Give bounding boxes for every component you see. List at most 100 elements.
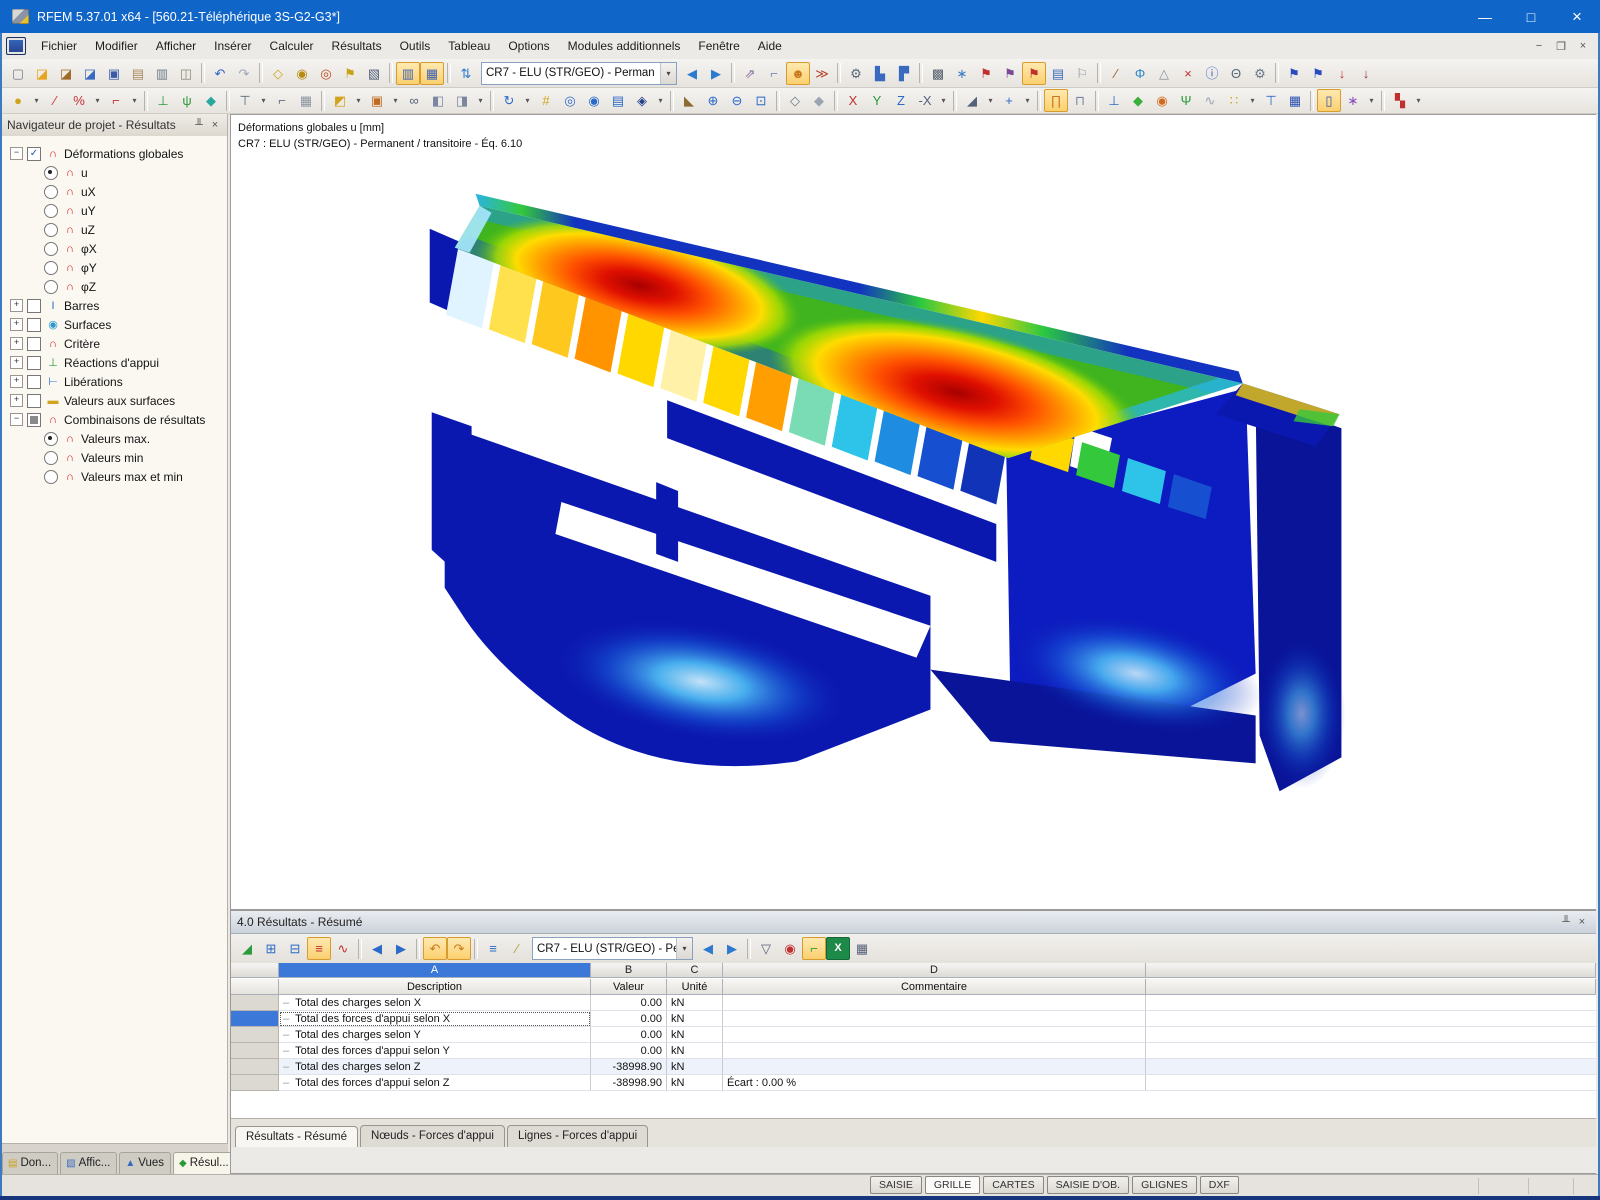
section-cut-icon[interactable]: ∕ bbox=[1104, 62, 1128, 85]
jump-forward-icon[interactable]: ↷ bbox=[447, 937, 471, 960]
radio-icon[interactable] bbox=[44, 242, 58, 256]
show-max-values-icon[interactable]: ≫ bbox=[810, 62, 834, 85]
row-header-cell[interactable] bbox=[231, 1075, 279, 1091]
navigator-tab[interactable]: ▧ Affic... bbox=[60, 1152, 117, 1174]
separator[interactable] bbox=[731, 63, 735, 83]
tree-item-phix[interactable]: ∩ φX bbox=[4, 239, 227, 258]
radio-selected-icon[interactable] bbox=[44, 166, 58, 180]
comment-cell[interactable] bbox=[723, 1043, 1146, 1059]
unit-cell[interactable]: kN bbox=[667, 995, 723, 1011]
comment-cell[interactable] bbox=[723, 995, 1146, 1011]
separator[interactable] bbox=[953, 91, 957, 111]
undo-icon[interactable]: ↶ bbox=[208, 62, 232, 85]
separator[interactable] bbox=[447, 63, 451, 83]
value-cell[interactable]: 0.00 bbox=[591, 1011, 667, 1027]
stairs-results-icon[interactable]: ⌐ bbox=[762, 62, 786, 85]
menu-item[interactable]: Tableau bbox=[439, 35, 499, 57]
comment-cell[interactable] bbox=[723, 1011, 1146, 1027]
tree-item-liberations[interactable]: ⊢ Libérations bbox=[4, 372, 227, 391]
chevron-down-icon[interactable]: ▾ bbox=[676, 938, 692, 959]
dropdown-caret-icon[interactable]: ▾ bbox=[937, 89, 950, 112]
pan-hand-icon[interactable]: + bbox=[997, 89, 1021, 112]
status-toggle-button[interactable]: SAISIE bbox=[870, 1176, 922, 1194]
maximize-button[interactable]: □ bbox=[1508, 0, 1554, 33]
results-diagram-icon[interactable]: ◆ bbox=[1126, 89, 1150, 112]
description-cell[interactable]: –Total des charges selon X bbox=[279, 995, 591, 1011]
select-window-icon[interactable]: ◣ bbox=[677, 89, 701, 112]
results-load-case-combobox[interactable]: CR7 - ELU (STR/GEO) - Perm ▾ bbox=[532, 937, 693, 960]
clear-flag-icon[interactable]: ⚐ bbox=[1070, 62, 1094, 85]
separator[interactable] bbox=[389, 63, 393, 83]
description-cell[interactable]: –Total des charges selon Y bbox=[279, 1027, 591, 1043]
close-button[interactable]: × bbox=[1554, 0, 1600, 33]
expand-icon[interactable] bbox=[10, 318, 23, 331]
insert-support-icon[interactable]: ⊤ bbox=[233, 89, 257, 112]
new-window-icon[interactable]: ▧ bbox=[362, 62, 386, 85]
separator[interactable] bbox=[358, 939, 362, 959]
filter-icon[interactable]: ▽ bbox=[754, 937, 778, 960]
color-scale-icon[interactable]: ▚ bbox=[1388, 89, 1412, 112]
checkbox-icon[interactable] bbox=[27, 394, 41, 408]
find-in-table-icon[interactable]: ◉ bbox=[778, 937, 802, 960]
menu-item[interactable]: Afficher bbox=[147, 35, 205, 57]
result-curve-icon[interactable]: ∿ bbox=[331, 937, 355, 960]
tree-item-u[interactable]: ∩ u bbox=[4, 163, 227, 182]
value-cell[interactable]: -38998.90 bbox=[591, 1075, 667, 1091]
menu-item[interactable]: Modifier bbox=[86, 35, 147, 57]
separator[interactable] bbox=[259, 63, 263, 83]
unit-cell[interactable]: kN bbox=[667, 1075, 723, 1091]
radio-icon[interactable] bbox=[44, 470, 58, 484]
menu-item[interactable]: Résultats bbox=[323, 35, 391, 57]
tree-item-ux[interactable]: ∩ uX bbox=[4, 182, 227, 201]
result-tables-icon[interactable]: ▦ bbox=[1283, 89, 1307, 112]
tree-item-valeurs-min[interactable]: ∩ Valeurs min bbox=[4, 448, 227, 467]
load-distribution-icon[interactable]: ▤ bbox=[1046, 62, 1070, 85]
next-loadcase-icon[interactable]: ▶ bbox=[720, 937, 744, 960]
separator[interactable] bbox=[919, 63, 923, 83]
checkbox-icon[interactable] bbox=[27, 318, 41, 332]
export-excel-icon[interactable]: X bbox=[826, 937, 850, 960]
collapse-icon[interactable] bbox=[10, 413, 23, 426]
move-loadcase-icon[interactable]: ⇗ bbox=[738, 62, 762, 85]
menu-item[interactable]: Aide bbox=[749, 35, 791, 57]
tree-item-combinaisons[interactable]: ∩ Combinaisons de résultats bbox=[4, 410, 227, 429]
frame-view-icon[interactable]: ∏ bbox=[1044, 89, 1068, 112]
show-result-values-icon[interactable]: ☻ bbox=[786, 62, 810, 85]
navigator-tab[interactable]: ◆ Résul... bbox=[173, 1152, 236, 1174]
previous-loadcase-icon[interactable]: ◀ bbox=[680, 62, 704, 85]
fe-mesh-icon[interactable]: ▩ bbox=[926, 62, 950, 85]
separator[interactable] bbox=[834, 91, 838, 111]
support-display-icon[interactable]: ⊥ bbox=[1102, 89, 1126, 112]
separator[interactable] bbox=[1275, 63, 1279, 83]
next-table-icon[interactable]: ▶ bbox=[389, 937, 413, 960]
dropdown-caret-icon[interactable]: ▾ bbox=[1412, 89, 1425, 112]
tree-item-surfaces[interactable]: ◉ Surfaces bbox=[4, 315, 227, 334]
zoom-search-icon[interactable]: ◉ bbox=[290, 62, 314, 85]
mdi-minimize-button[interactable]: − bbox=[1528, 40, 1550, 53]
insert-hinge-icon[interactable]: ∞ bbox=[402, 89, 426, 112]
dropdown-caret-icon[interactable]: ▾ bbox=[30, 89, 43, 112]
separator[interactable] bbox=[747, 939, 751, 959]
table-grid-toggle-icon[interactable]: ▦ bbox=[420, 62, 444, 85]
separator[interactable] bbox=[1095, 91, 1099, 111]
calculator-icon[interactable]: ▦ bbox=[850, 937, 874, 960]
row-header-cell[interactable] bbox=[231, 995, 279, 1011]
zoom-out-icon[interactable]: ⊖ bbox=[725, 89, 749, 112]
tree-item-barres[interactable]: I Barres bbox=[4, 296, 227, 315]
row-header-cell[interactable] bbox=[231, 1059, 279, 1075]
close-icon[interactable]: × bbox=[207, 119, 223, 131]
view-x-icon[interactable]: X bbox=[841, 89, 865, 112]
rotate-phi-icon[interactable]: Φ bbox=[1128, 62, 1152, 85]
menu-item[interactable]: Modules additionnels bbox=[559, 35, 690, 57]
column-header-d[interactable]: D bbox=[723, 963, 1146, 978]
radio-icon[interactable] bbox=[44, 185, 58, 199]
dropdown-caret-icon[interactable]: ▾ bbox=[128, 89, 141, 112]
close-icon[interactable]: × bbox=[1574, 916, 1590, 928]
tree-item-critere[interactable]: ∩ Critère bbox=[4, 334, 227, 353]
result-panels-icon[interactable]: ▛ bbox=[892, 62, 916, 85]
status-toggle-button[interactable]: GRILLE bbox=[925, 1176, 980, 1194]
table-row[interactable]: –Total des charges selon X 0.00 kN bbox=[231, 995, 1596, 1011]
load-case-combobox[interactable]: CR7 - ELU (STR/GEO) - Perman ▾ bbox=[481, 62, 677, 85]
renumber-icon[interactable]: # bbox=[534, 89, 558, 112]
save-icon[interactable]: ▣ bbox=[102, 62, 126, 85]
